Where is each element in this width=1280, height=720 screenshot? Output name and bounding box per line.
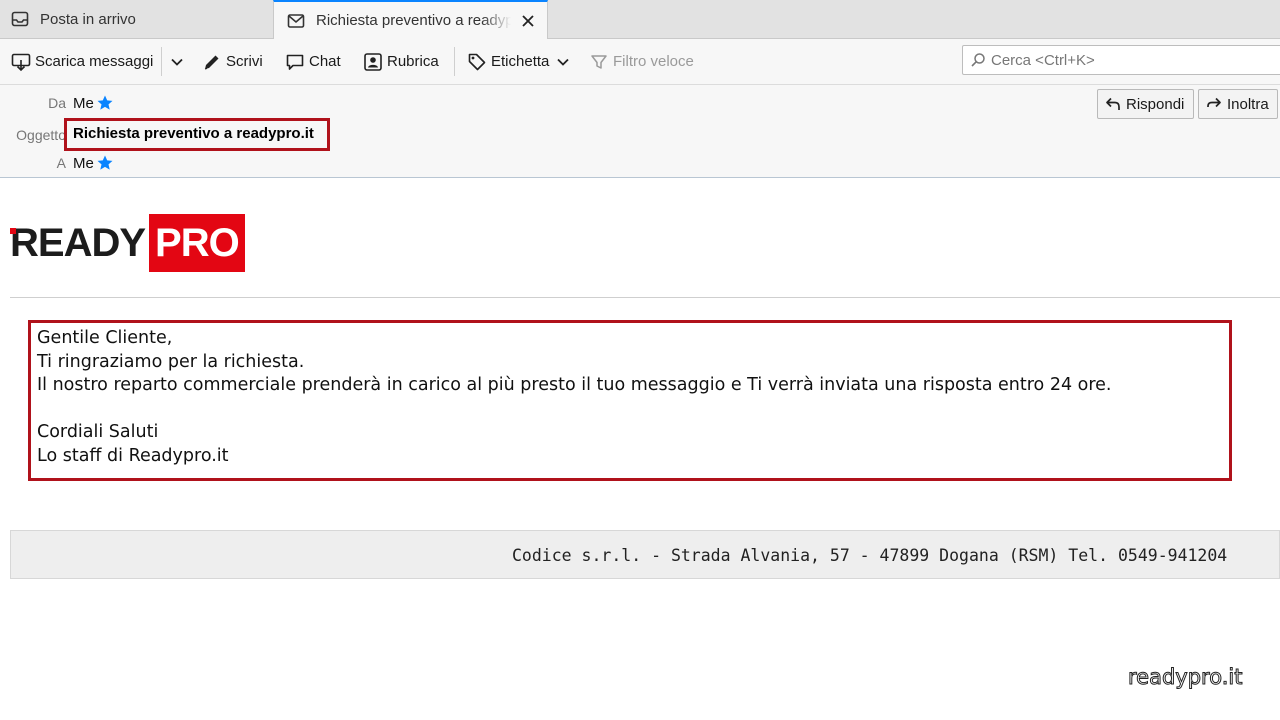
- star-icon[interactable]: [96, 154, 114, 172]
- tab-label: Richiesta preventivo a readypro.it: [316, 12, 511, 29]
- from-label: Da: [48, 95, 66, 111]
- close-icon[interactable]: [519, 12, 537, 30]
- subject-value: Richiesta preventivo a readypro.it: [73, 125, 314, 142]
- logo-dot: [10, 228, 16, 234]
- message-body: Gentile Cliente, Ti ringraziamo per la r…: [37, 327, 1112, 468]
- body-line: Cordiali Saluti: [37, 422, 159, 442]
- toolbar-separator: [161, 47, 162, 76]
- body-divider: [10, 297, 1280, 298]
- toolbar-separator: [454, 47, 455, 76]
- from-name: Me: [73, 94, 94, 112]
- forward-button[interactable]: Inoltra: [1198, 89, 1278, 119]
- chevron-down-icon: [552, 51, 574, 73]
- get-messages-button[interactable]: Scarica messaggi: [10, 39, 153, 84]
- search-placeholder: Cerca <Ctrl+K>: [991, 51, 1095, 69]
- get-messages-dropdown[interactable]: [166, 39, 191, 84]
- to-name: Me: [73, 154, 94, 172]
- address-book-button[interactable]: Rubrica: [362, 39, 439, 84]
- readypro-logo: READY PRO: [10, 214, 245, 272]
- logo-ready-text: READY: [10, 214, 146, 272]
- body-line: Gentile Cliente,: [37, 328, 173, 348]
- search-icon: [969, 51, 987, 69]
- download-icon: [10, 51, 32, 73]
- footer-address: Codice s.r.l. - Strada Alvania, 57 - 478…: [512, 546, 1228, 565]
- inbox-icon: [10, 9, 30, 29]
- to-label: A: [56, 155, 66, 171]
- logo-pro-text: PRO: [149, 214, 245, 272]
- logo-ready-word: READY: [10, 221, 146, 265]
- body-line: Il nostro reparto commerciale prenderà i…: [37, 375, 1112, 395]
- tag-label: Etichetta: [491, 53, 550, 70]
- chat-button[interactable]: Chat: [284, 39, 341, 84]
- reply-icon: [1104, 95, 1122, 113]
- address-book-icon: [362, 51, 384, 73]
- get-messages-label: Scarica messaggi: [35, 53, 154, 70]
- tab-bar: Posta in arrivo Richiesta preventivo a r…: [0, 0, 1280, 39]
- body-line: [37, 398, 1112, 422]
- body-line: Lo staff di Readypro.it: [37, 445, 229, 466]
- reply-button[interactable]: Rispondi: [1097, 89, 1194, 119]
- envelope-icon: [286, 11, 306, 31]
- body-line: Ti ringraziamo per la richiesta.: [37, 351, 305, 372]
- subject-label: Oggetto: [16, 127, 66, 143]
- forward-label: Inoltra: [1227, 95, 1269, 113]
- star-icon[interactable]: [96, 94, 114, 112]
- watermark: readypro.it: [1127, 665, 1243, 690]
- tag-button[interactable]: Etichetta: [466, 39, 574, 84]
- write-button[interactable]: Scrivi: [201, 39, 263, 84]
- address-book-label: Rubrica: [387, 53, 439, 70]
- search-input[interactable]: Cerca <Ctrl+K>: [962, 45, 1280, 75]
- reply-label: Rispondi: [1126, 95, 1185, 113]
- chevron-down-icon: [166, 51, 188, 73]
- tab-inbox[interactable]: Posta in arrivo: [0, 0, 272, 38]
- tag-icon: [466, 51, 488, 73]
- write-label: Scrivi: [226, 53, 263, 70]
- pencil-icon: [201, 51, 223, 73]
- forward-arrow-icon: [1205, 95, 1223, 113]
- tab-message[interactable]: Richiesta preventivo a readypro.it: [273, 0, 548, 39]
- tab-label: Posta in arrivo: [40, 10, 136, 28]
- from-value[interactable]: Me: [73, 94, 114, 112]
- to-value[interactable]: Me: [73, 154, 114, 172]
- quick-filter-label: Filtro veloce: [613, 53, 694, 70]
- chat-icon: [284, 51, 306, 73]
- filter-icon: [588, 51, 610, 73]
- chat-label: Chat: [309, 53, 341, 70]
- quick-filter-button[interactable]: Filtro veloce: [588, 39, 694, 84]
